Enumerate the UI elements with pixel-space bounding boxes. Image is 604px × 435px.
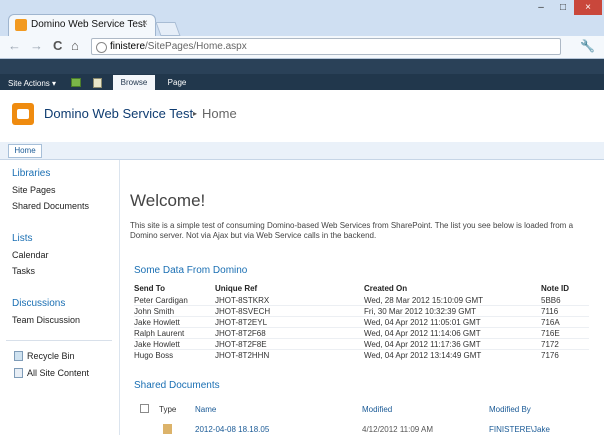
ribbon-tab-page[interactable]: Page (162, 75, 192, 90)
row-divider (134, 305, 589, 306)
table-cell: 716A (541, 318, 560, 327)
table-cell: Hugo Boss (134, 351, 174, 360)
nav-lists-heading[interactable]: Lists (12, 233, 33, 244)
close-tab-icon[interactable]: × (142, 18, 148, 29)
table-cell: Ralph Laurent (134, 329, 185, 338)
table-cell: Wed, 28 Mar 2012 15:10:09 GMT (364, 296, 484, 305)
nav-tasks[interactable]: Tasks (12, 266, 35, 276)
table-cell: Peter Cardigan (134, 296, 188, 305)
table-cell: 7176 (541, 351, 559, 360)
address-bar[interactable]: finistere/SitePages/Home.aspx (91, 38, 561, 55)
nav-all-site-content[interactable]: All Site Content (27, 368, 89, 378)
edit-page-icon[interactable] (93, 78, 102, 88)
site-actions-menu[interactable]: Site Actions ▾ (8, 79, 56, 88)
nav-divider (6, 340, 112, 341)
close-window-icon[interactable]: × (574, 0, 602, 15)
table-cell: JHOT-8T2F68 (215, 329, 266, 338)
table-cell: Wed, 04 Apr 2012 11:05:01 GMT (364, 318, 481, 327)
column-header-created-on: Created On (364, 284, 408, 293)
table-cell: 7116 (541, 307, 559, 316)
table-cell: JHOT-8SVECH (215, 307, 271, 316)
table-cell: 7172 (541, 340, 559, 349)
url-path: /SitePages/Home.aspx (145, 41, 247, 52)
nav-calendar[interactable]: Calendar (12, 250, 49, 260)
column-header-unique-ref: Unique Ref (215, 284, 258, 293)
breadcrumb-current-page: Home (202, 106, 237, 121)
document-modified: 4/12/2012 11:09 AM (362, 425, 434, 434)
row-divider (134, 316, 589, 317)
nav-recycle-bin[interactable]: Recycle Bin (27, 351, 75, 361)
home-icon[interactable]: ⌂ (71, 39, 79, 53)
sharepoint-favicon-icon (15, 19, 27, 31)
table-cell: Wed, 04 Apr 2012 13:14:49 GMT (364, 351, 482, 360)
table-cell: JHOT-8T2EYL (215, 318, 268, 327)
intro-text: This site is a simple test of consuming … (130, 221, 574, 240)
breadcrumb-separator-icon: ▸ (193, 109, 198, 118)
table-cell: Jake Howlett (134, 318, 180, 327)
reload-icon[interactable]: C (53, 39, 62, 53)
topnav-home-tab[interactable]: Home (8, 144, 42, 158)
ribbon-tab-browse[interactable]: Browse (113, 75, 155, 90)
table-cell: 5BB6 (541, 296, 561, 305)
row-divider (134, 349, 589, 350)
browser-tab[interactable]: Domino Web Service Test × (8, 14, 156, 36)
nav-team-discussion[interactable]: Team Discussion (12, 315, 80, 325)
page-info-icon[interactable] (96, 42, 107, 53)
nav-site-pages[interactable]: Site Pages (12, 185, 56, 195)
column-header-send-to: Send To (134, 284, 165, 293)
table-cell: JHOT-8T2F8E (215, 340, 267, 349)
nav-discussions-heading[interactable]: Discussions (12, 298, 65, 309)
table-cell: Wed, 04 Apr 2012 11:14:06 GMT (364, 329, 481, 338)
maximize-icon[interactable]: □ (552, 0, 574, 15)
welcome-heading: Welcome! (130, 191, 206, 210)
select-all-checkbox[interactable] (140, 404, 149, 413)
column-header-modified-by[interactable]: Modified By (489, 405, 531, 414)
column-header-type[interactable]: Type (159, 405, 176, 414)
all-site-content-icon (14, 368, 23, 378)
nav-libraries-heading[interactable]: Libraries (12, 168, 50, 179)
column-header-modified[interactable]: Modified (362, 405, 392, 414)
browser-toolbar: ← → C ⌂ finistere/SitePages/Home.aspx 🔧 (0, 36, 604, 59)
document-type-icon (163, 424, 172, 434)
top-navigation (0, 142, 604, 160)
table-cell: Jake Howlett (134, 340, 180, 349)
row-divider (134, 327, 589, 328)
row-divider (134, 338, 589, 339)
shared-documents-heading[interactable]: Shared Documents (134, 380, 220, 391)
browser-tab-title: Domino Web Service Test (31, 19, 146, 30)
document-modified-by[interactable]: FINISTERE\Jake (489, 425, 550, 434)
nav-shared-documents[interactable]: Shared Documents (12, 201, 89, 211)
site-logo-icon[interactable] (12, 103, 34, 125)
site-title-link[interactable]: Domino Web Service Test (44, 106, 193, 121)
document-name-link[interactable]: 2012-04-08 18.18.05 (195, 425, 269, 434)
wrench-menu-icon[interactable]: 🔧 (580, 39, 595, 53)
url-text: finistere/SitePages/Home.aspx (110, 41, 247, 52)
column-header-name[interactable]: Name (195, 405, 216, 414)
column-header-note-id: Note ID (541, 284, 569, 293)
table-cell: 716E (541, 329, 560, 338)
table-cell: John Smith (134, 307, 175, 316)
domino-data-heading[interactable]: Some Data From Domino (134, 265, 247, 276)
table-cell: JHOT-8T2HHN (215, 351, 270, 360)
navigate-up-icon[interactable] (71, 78, 81, 87)
table-cell: Fri, 30 Mar 2012 10:32:39 GMT (364, 307, 477, 316)
url-host: finistere (110, 41, 146, 52)
forward-arrow-icon[interactable]: → (30, 39, 43, 53)
table-cell: JHOT-8STKRX (215, 296, 270, 305)
minimize-icon[interactable]: – (530, 0, 552, 15)
ribbon-top-strip (0, 59, 604, 74)
table-cell: Wed, 04 Apr 2012 11:17:36 GMT (364, 340, 481, 349)
back-arrow-icon[interactable]: ← (8, 39, 21, 53)
recycle-bin-icon (14, 351, 23, 361)
